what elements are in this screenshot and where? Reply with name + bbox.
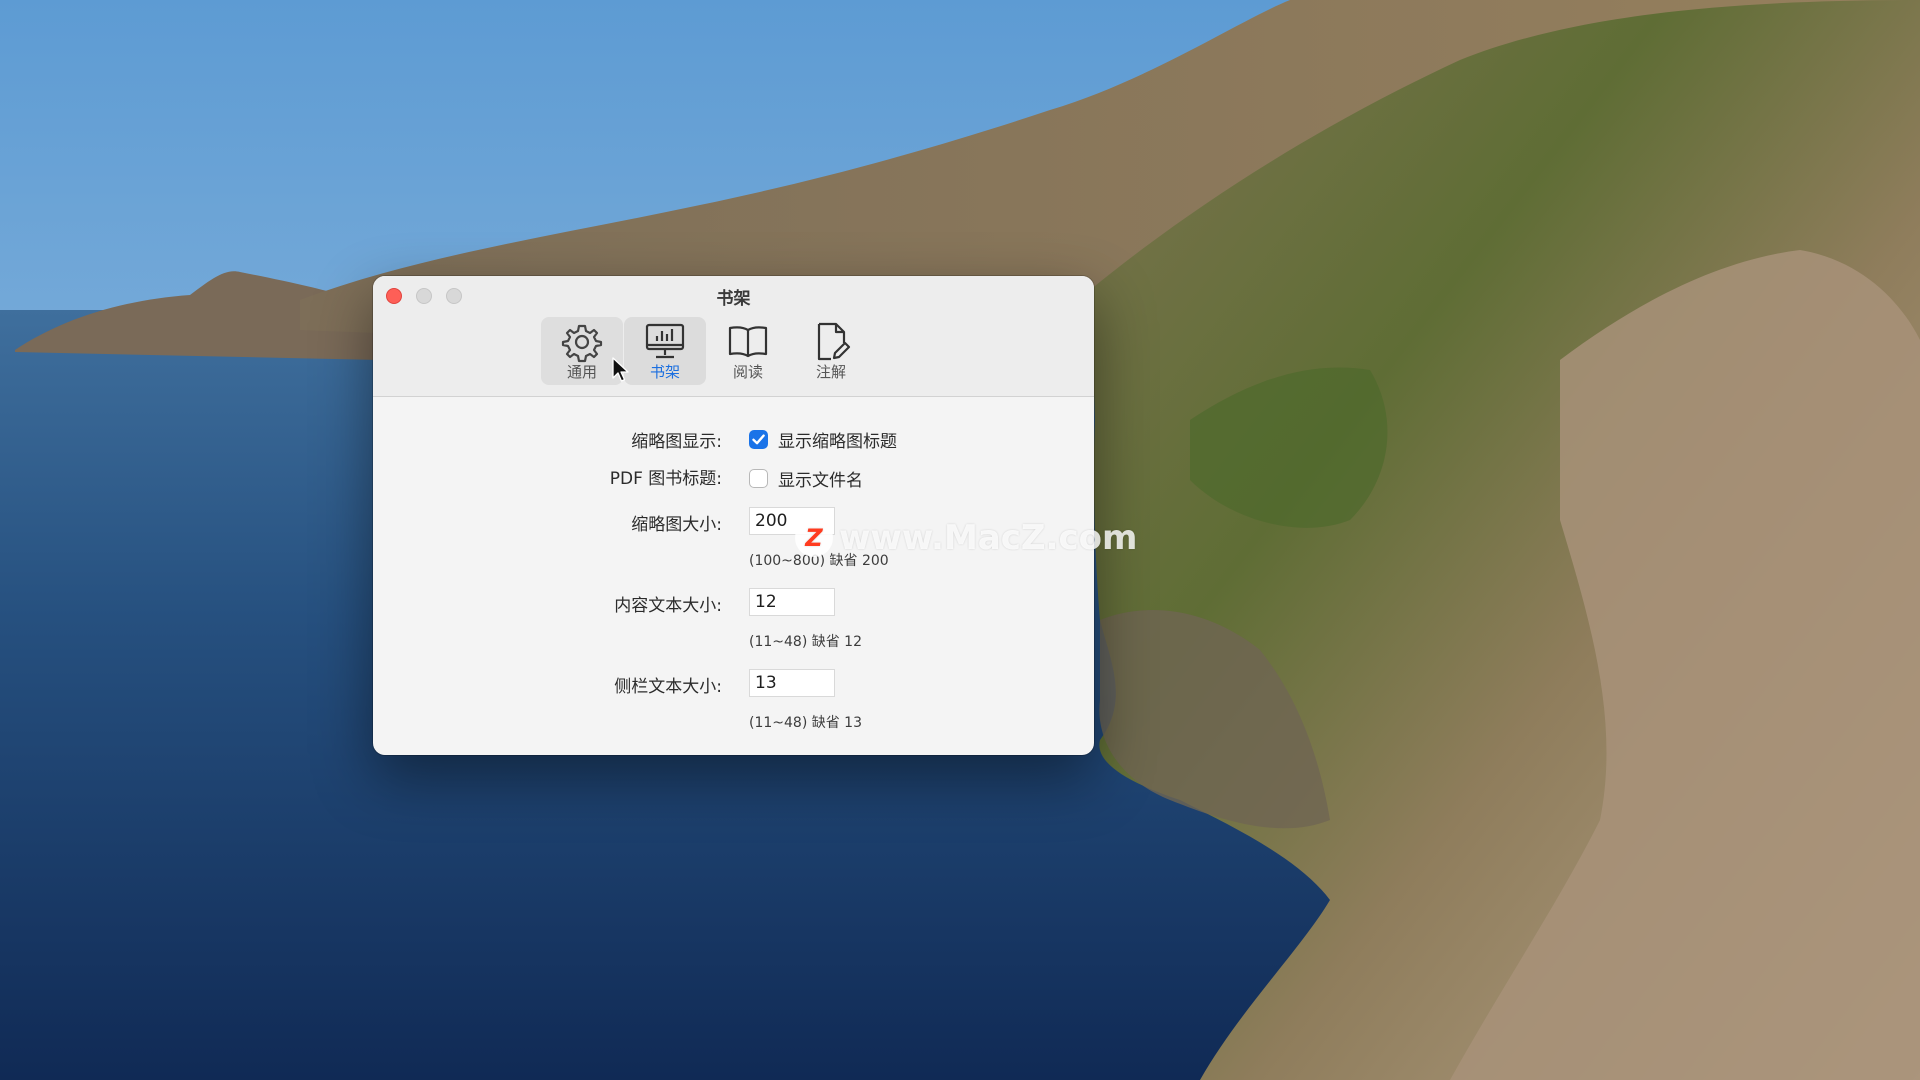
tab-bookshelf-label: 书架 [649, 363, 680, 381]
show-thumb-title-checkbox[interactable] [749, 430, 768, 449]
tab-reading[interactable]: 阅读 [707, 317, 789, 385]
sidebar-text-size-label: 侧栏文本大小: [614, 677, 722, 697]
content-text-size-label: 内容文本大小: [614, 596, 722, 616]
bookshelf-settings-panel: 缩略图显示: 显示缩略图标题 PDF 图书标题: 显示文件名 缩略图大小: 20… [373, 397, 1094, 755]
mouse-pointer-icon [612, 357, 629, 382]
thumb-display-label: 缩略图显示: [631, 432, 722, 452]
tab-bookshelf[interactable]: 书架 [624, 317, 706, 385]
watermark-text: www.MacZ.com [839, 518, 1138, 558]
pdf-title-label: PDF 图书标题: [609, 469, 722, 489]
watermark: Z www.MacZ.com [795, 518, 1137, 558]
watermark-logo-letter: Z [805, 524, 823, 552]
thumb-size-label: 缩略图大小: [631, 515, 722, 535]
tab-reading-label: 阅读 [732, 363, 763, 381]
window-titlebar: 书架 通用 书架 阅读 注解 [373, 276, 1094, 397]
note-pen-icon [809, 321, 853, 363]
checkmark-icon [752, 434, 765, 445]
window-title: 书架 [716, 289, 751, 309]
preferences-window: 书架 通用 书架 阅读 注解 缩略图显示: 显示缩略图标题 PDF 图书标题: … [373, 276, 1094, 755]
tab-general[interactable]: 通用 [541, 317, 623, 385]
monitor-chart-icon [643, 321, 687, 363]
show-filename-label[interactable]: 显示文件名 [778, 466, 863, 491]
tab-general-label: 通用 [566, 363, 597, 381]
watermark-logo: Z [795, 519, 833, 557]
sidebar-text-size-hint: (11~48) 缺省 13 [749, 715, 862, 731]
book-icon [726, 321, 770, 363]
show-filename-checkbox[interactable] [749, 469, 768, 488]
sidebar-text-size-input[interactable]: 13 [749, 669, 835, 697]
gear-icon [560, 321, 604, 363]
tab-annotation-label: 注解 [815, 363, 846, 381]
tab-annotation[interactable]: 注解 [790, 317, 872, 385]
content-text-size-input[interactable]: 12 [749, 588, 835, 616]
show-thumb-title-label[interactable]: 显示缩略图标题 [778, 427, 897, 452]
content-text-size-hint: (11~48) 缺省 12 [749, 634, 862, 650]
